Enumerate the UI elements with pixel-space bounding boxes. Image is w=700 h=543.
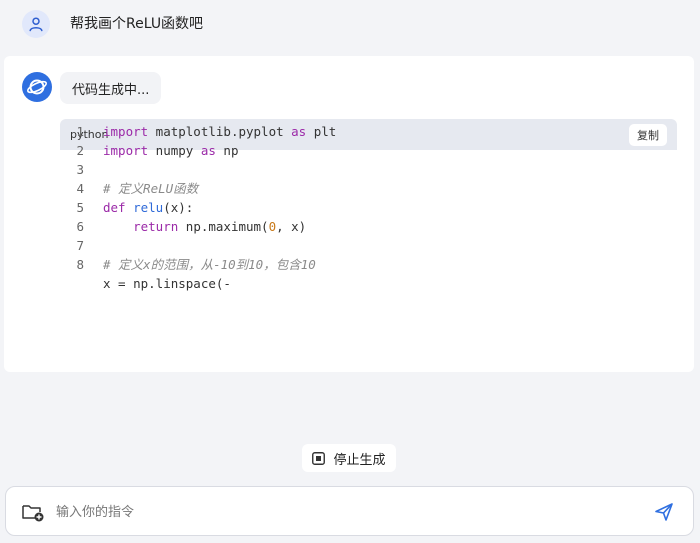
- code-token: plt: [306, 124, 337, 139]
- code-token: # 定义ReLU函数: [103, 181, 199, 196]
- code-block-body: 1 import matplotlib.pyplot as plt 2 import …: [60, 124, 677, 350]
- line-code: return np.maximum(0, x): [103, 217, 306, 236]
- line-code: # 定义ReLU函数: [103, 179, 198, 198]
- assistant-avatar: [22, 72, 52, 102]
- code-token: matplotlib.pyplot: [148, 124, 292, 139]
- code-token: , x): [276, 219, 307, 234]
- stop-generation-button[interactable]: 停止生成: [302, 444, 396, 472]
- line-number: 2: [76, 143, 84, 158]
- prompt-input[interactable]: [56, 497, 636, 527]
- line-number: 6: [76, 219, 84, 234]
- code-token: np.maximum(: [178, 219, 269, 234]
- user-message-text: 帮我画个ReLU函数吧: [70, 16, 204, 32]
- stop-icon: [312, 451, 326, 465]
- code-line: 4 # 定义ReLU函数: [60, 179, 660, 198]
- code-token: x = np.linspace(-: [103, 276, 231, 291]
- code-token: (x):: [163, 200, 194, 215]
- line-number: 8: [76, 257, 84, 272]
- code-line: 1 import matplotlib.pyplot as plt: [60, 122, 660, 141]
- line-code: def relu(x):: [103, 198, 193, 217]
- code-token: as: [200, 143, 216, 158]
- user-message-row: 帮我画个ReLU函数吧: [0, 0, 700, 46]
- attach-file-button[interactable]: [20, 500, 46, 524]
- user-avatar: [22, 10, 50, 38]
- code-token: import: [103, 143, 149, 158]
- line-code: # 定义x的范围，从-10到10，包含10: [103, 255, 316, 274]
- line-code: import matplotlib.pyplot as plt: [103, 122, 336, 141]
- send-icon: [655, 503, 673, 521]
- user-icon: [29, 17, 43, 32]
- folder-add-icon: [22, 505, 44, 522]
- code-token: # 定义x的范围，从-10到10，包含10: [103, 257, 316, 272]
- line-number: 7: [76, 238, 84, 253]
- assistant-message-card: 代码生成中... python 复制 1 import matplotlib.py…: [4, 56, 694, 372]
- code-token: relu: [133, 200, 164, 215]
- code-token: def: [103, 200, 126, 215]
- code-line: 3: [60, 160, 660, 179]
- code-line: x = np.linspace(-: [60, 274, 660, 293]
- code-line: 8 # 定义x的范围，从-10到10，包含10: [60, 255, 660, 274]
- code-token: as: [291, 124, 307, 139]
- code-token: 0: [268, 219, 277, 234]
- code-line: 5 def relu(x):: [60, 198, 660, 217]
- prompt-input-bar: [5, 486, 694, 536]
- line-number: 1: [76, 124, 84, 139]
- code-token: numpy: [148, 143, 201, 158]
- line-code: x = np.linspace(-: [103, 274, 231, 293]
- line-number: 3: [76, 162, 84, 177]
- code-token: np: [215, 143, 239, 158]
- line-number: 4: [76, 181, 84, 196]
- code-line: 6 return np.maximum(0, x): [60, 217, 660, 236]
- line-code: import numpy as np: [103, 141, 238, 160]
- line-number: 5: [76, 200, 84, 215]
- assistant-logo-icon: [27, 79, 47, 95]
- stop-generation-label: 停止生成: [333, 452, 386, 468]
- generation-status: 代码生成中...: [60, 72, 162, 104]
- code-token: import: [103, 124, 149, 139]
- code-line: 2 import numpy as np: [60, 141, 660, 160]
- code-line: 7: [60, 236, 660, 255]
- code-token: return: [133, 219, 179, 234]
- send-button[interactable]: [651, 500, 677, 524]
